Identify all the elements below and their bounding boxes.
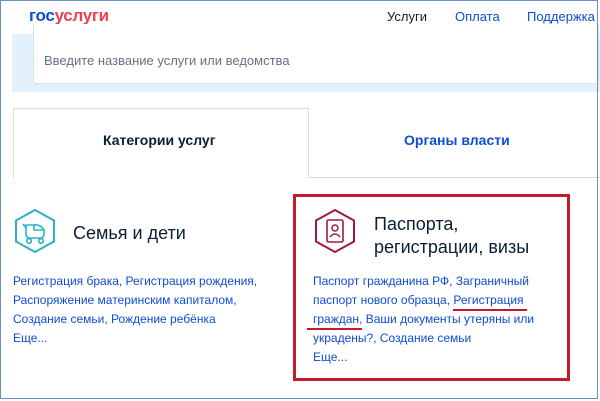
annotation-underline-2 — [307, 328, 362, 330]
category-family-title[interactable]: Семья и дети — [73, 222, 186, 245]
nav-payment[interactable]: Оплата — [455, 9, 500, 24]
nav-services[interactable]: Услуги — [387, 9, 427, 24]
tab-categories-label[interactable]: Категории услуг — [103, 132, 216, 148]
baby-stroller-icon — [12, 208, 58, 254]
search-input[interactable] — [33, 24, 599, 84]
annotation-underline-1 — [453, 309, 527, 311]
family-links-text[interactable]: Регистрация брака, Регистрация рождения,… — [13, 274, 257, 326]
category-family-links[interactable]: Регистрация брака, Регистрация рождения,… — [13, 272, 283, 348]
tab-authorities-label[interactable]: Органы власти — [404, 132, 510, 148]
annotation-highlight-box — [293, 194, 570, 381]
family-more-link[interactable]: Еще... — [13, 331, 47, 345]
nav-support[interactable]: Поддержка — [527, 9, 595, 24]
search-area — [12, 24, 600, 92]
gosuslugi-logo[interactable]: госуслуги — [29, 6, 109, 26]
tab-divider — [308, 177, 600, 178]
